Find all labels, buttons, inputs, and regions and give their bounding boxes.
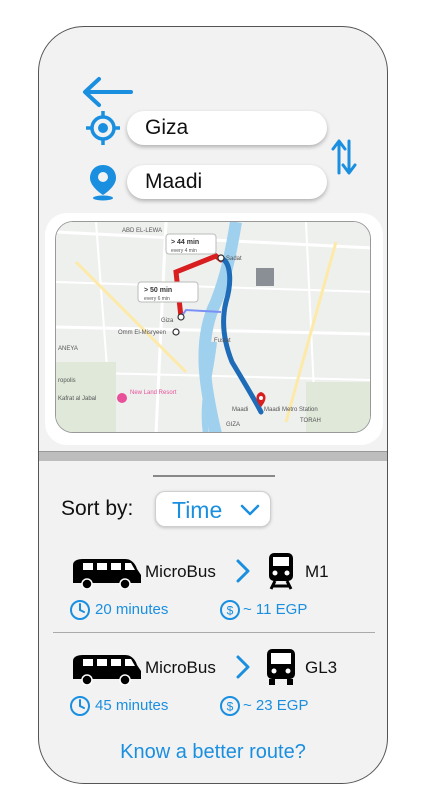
swap-icon[interactable] [331,137,357,177]
train-icon [269,553,293,590]
destination-row: Maadi [85,163,327,201]
origin-row: Giza [85,109,327,147]
map-label-newland: New Land Resort [130,390,177,396]
origin-input[interactable]: Giza [127,111,327,145]
phone-frame: Giza Maadi > 44 min every 4 min > 50 min… [38,26,388,784]
map-label-abdellewa: ABD EL-LEWA [122,228,162,234]
chevron-right-icon [236,655,250,679]
map-card: > 44 min every 4 min > 50 min every 6 mi… [45,213,383,445]
back-arrow-icon[interactable] [81,75,133,109]
route-fare: ~ 11 EGP [243,601,308,618]
location-pin-icon [90,165,116,201]
route-duration: 20 minutes [95,601,169,618]
route-duration: 45 minutes [95,697,169,714]
sort-label: Sort by: [61,497,134,520]
map-segment-1: > 44 min every 4 min [165,233,217,255]
map-label-fustat: Fustat [214,338,231,344]
my-location-icon [86,111,120,145]
map-label-giza-south: GIZA [226,422,240,428]
sheet-divider [39,451,387,461]
map-label-giza: Giza [161,318,174,324]
map-label-maadi-metro: Maadi Metro Station [264,407,318,413]
sort-selected-value: Time [172,497,223,523]
clock-icon [70,696,90,716]
route-mode-2: GL3 [305,658,338,677]
dollar-icon: $ [220,696,240,716]
map-label-kafrat: Kafrat al Jabal [58,396,96,402]
map-segment-1-label: > 44 min [171,239,199,246]
microbus-icon [73,559,141,589]
route-mode-2: M1 [305,562,329,581]
microbus-icon [73,655,141,685]
sort-select[interactable]: Time [155,491,271,527]
route-mode-1: MicroBus [145,658,216,677]
map-segment-1-sub: every 4 min [171,248,197,254]
map-label-sadat: Sadat [226,256,242,262]
bus-icon [267,649,295,685]
svg-text:$: $ [227,700,234,714]
route-divider [53,632,375,633]
route-mode-1: MicroBus [145,562,216,581]
map-label-aneya: ANEYA [58,346,78,352]
map-canvas: > 44 min every 4 min > 50 min every 6 mi… [56,222,370,432]
route-map[interactable]: > 44 min every 4 min > 50 min every 6 mi… [55,221,371,433]
map-segment-2-label: > 50 min [144,287,172,294]
dollar-icon: $ [220,600,240,620]
chevron-right-icon [236,559,250,583]
map-segment-2-sub: every 6 min [144,296,170,302]
chevron-down-icon [240,504,260,516]
svg-text:$: $ [227,604,234,618]
map-label-ommelmisryeen: Omm El-Misryeen [118,330,166,336]
clock-icon [70,600,90,620]
map-label-torah: TORAH [300,418,321,424]
map-label-ropolis: ropolis [58,378,76,384]
route-option-2[interactable]: MicroBus GL3 45 minutes $ ~ 23 EGP [39,649,387,733]
map-segment-2: > 50 min every 6 min [137,281,199,303]
route-option-1[interactable]: MicroBus M1 20 minutes $ ~ 11 EGP [39,553,387,637]
destination-input[interactable]: Maadi [127,165,327,199]
sheet-drag-handle[interactable] [153,475,275,477]
route-fare: ~ 23 EGP [243,697,309,714]
know-better-route-link[interactable]: Know a better route? [39,741,387,764]
map-label-maadi: Maadi [232,407,248,413]
